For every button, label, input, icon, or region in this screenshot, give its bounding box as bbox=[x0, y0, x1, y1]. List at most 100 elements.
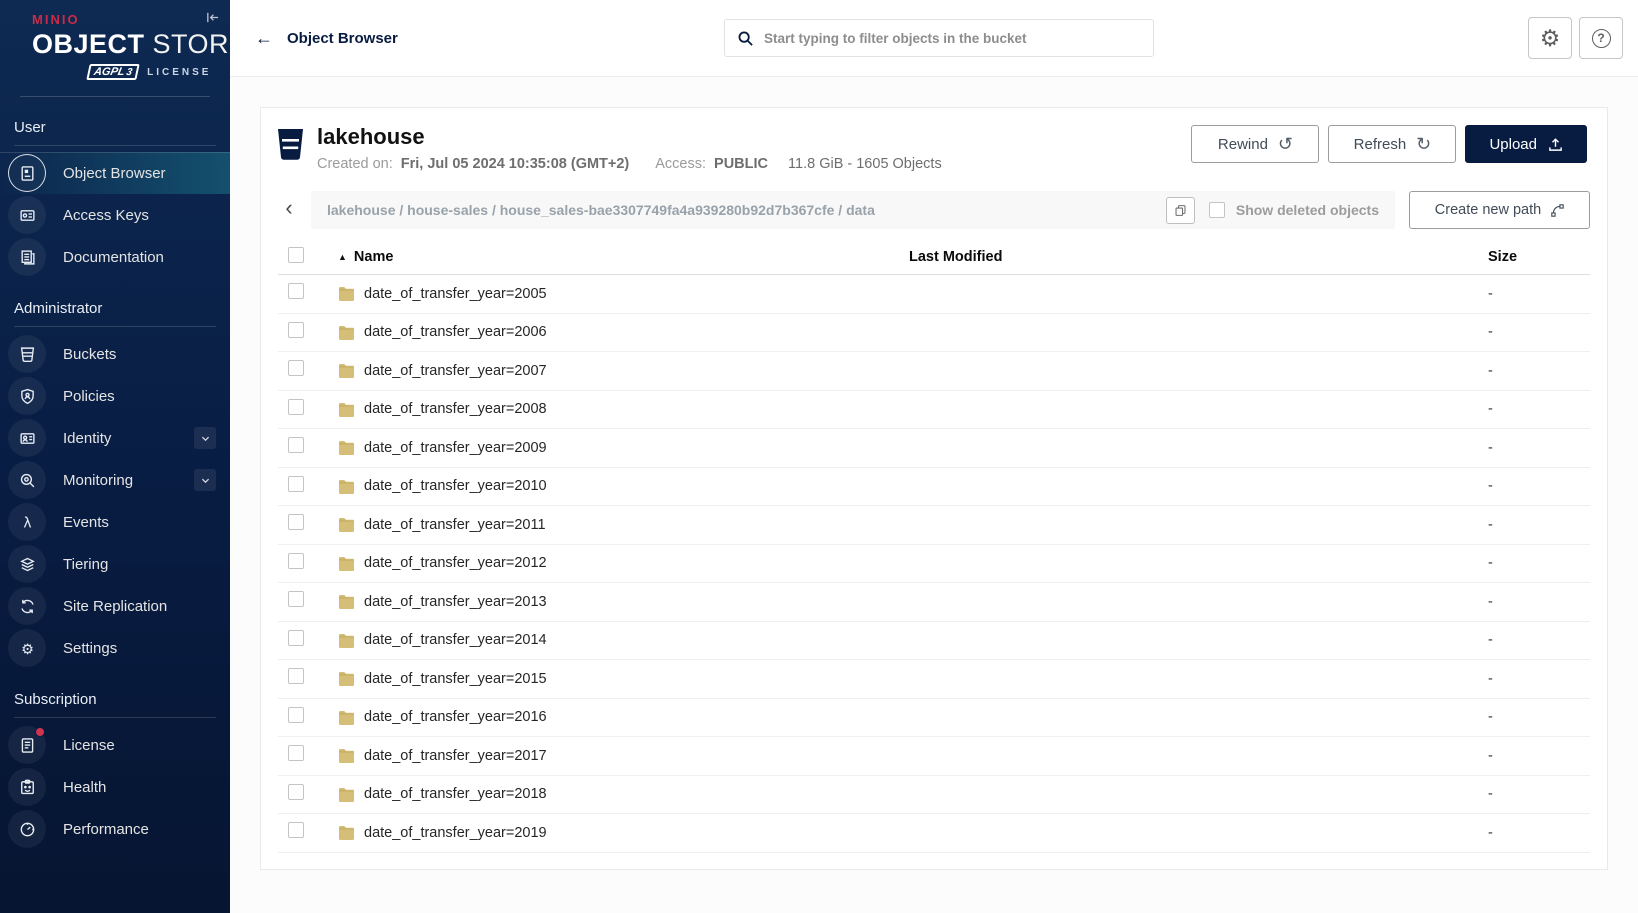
object-name[interactable]: date_of_transfer_year=2018 bbox=[364, 786, 547, 802]
column-header-size[interactable]: Size bbox=[1480, 249, 1590, 265]
table-row[interactable]: date_of_transfer_year=2005 - bbox=[278, 275, 1590, 314]
column-header-name[interactable]: ▲ Name bbox=[338, 249, 909, 265]
chevron-down-icon[interactable] bbox=[194, 469, 216, 491]
row-checkbox[interactable] bbox=[288, 745, 304, 761]
object-name[interactable]: date_of_transfer_year=2007 bbox=[364, 363, 547, 379]
create-new-path-button[interactable]: Create new path bbox=[1409, 191, 1590, 229]
table-row[interactable]: date_of_transfer_year=2018 - bbox=[278, 776, 1590, 815]
folder-icon bbox=[338, 363, 355, 378]
row-checkbox[interactable] bbox=[288, 437, 304, 453]
copy-path-button[interactable] bbox=[1166, 197, 1195, 224]
page-title: Object Browser bbox=[287, 30, 398, 47]
row-checkbox[interactable] bbox=[288, 283, 304, 299]
help-icon: ? bbox=[1592, 29, 1611, 48]
object-name[interactable]: date_of_transfer_year=2015 bbox=[364, 671, 547, 687]
sidebar-item-policies[interactable]: Policies bbox=[0, 375, 230, 417]
chevron-down-icon[interactable] bbox=[194, 427, 216, 449]
select-all-checkbox[interactable] bbox=[288, 247, 304, 263]
upload-button[interactable]: Upload bbox=[1465, 125, 1587, 163]
object-size: - bbox=[1480, 825, 1590, 841]
row-checkbox[interactable] bbox=[288, 553, 304, 569]
sidebar-collapse-icon[interactable] bbox=[203, 8, 222, 27]
object-name[interactable]: date_of_transfer_year=2008 bbox=[364, 401, 547, 417]
table-row[interactable]: date_of_transfer_year=2019 - bbox=[278, 814, 1590, 853]
logo-divider bbox=[20, 96, 210, 97]
bucket-name: lakehouse bbox=[317, 125, 942, 149]
object-name[interactable]: date_of_transfer_year=2006 bbox=[364, 324, 547, 340]
sidebar-item-monitoring[interactable]: Monitoring bbox=[0, 459, 230, 501]
row-checkbox[interactable] bbox=[288, 360, 304, 376]
row-checkbox[interactable] bbox=[288, 591, 304, 607]
sidebar: MINIO OBJECT STORE AGPL3 LICENSE User Ob… bbox=[0, 0, 230, 913]
table-row[interactable]: date_of_transfer_year=2006 - bbox=[278, 314, 1590, 353]
object-name[interactable]: date_of_transfer_year=2019 bbox=[364, 825, 547, 841]
column-header-last-modified[interactable]: Last Modified bbox=[909, 249, 1480, 265]
back-arrow-icon[interactable]: ← bbox=[255, 29, 273, 47]
access-value[interactable]: PUBLIC bbox=[714, 156, 768, 172]
sidebar-item-site-replication[interactable]: Site Replication bbox=[0, 585, 230, 627]
row-checkbox[interactable] bbox=[288, 514, 304, 530]
show-deleted-checkbox[interactable] bbox=[1209, 202, 1225, 218]
sidebar-item-documentation[interactable]: Documentation bbox=[0, 236, 230, 278]
minio-logo: MINIO OBJECT STORE AGPL3 LICENSE bbox=[0, 0, 230, 80]
row-checkbox[interactable] bbox=[288, 784, 304, 800]
search-input[interactable] bbox=[764, 31, 1141, 46]
table-row[interactable]: date_of_transfer_year=2007 - bbox=[278, 352, 1590, 391]
table-row[interactable]: date_of_transfer_year=2010 - bbox=[278, 468, 1590, 507]
table-row[interactable]: date_of_transfer_year=2008 - bbox=[278, 391, 1590, 430]
product-title: OBJECT STORE bbox=[32, 29, 230, 60]
sidebar-item-object-browser[interactable]: Object Browser bbox=[0, 152, 230, 194]
object-name[interactable]: date_of_transfer_year=2005 bbox=[364, 286, 547, 302]
object-name[interactable]: date_of_transfer_year=2011 bbox=[364, 517, 546, 533]
settings-button[interactable]: ⚙ bbox=[1528, 17, 1572, 59]
table-row[interactable]: date_of_transfer_year=2011 - bbox=[278, 506, 1590, 545]
health-icon bbox=[19, 779, 36, 796]
sidebar-item-buckets[interactable]: Buckets bbox=[0, 333, 230, 375]
sidebar-divider bbox=[14, 717, 216, 718]
table-row[interactable]: date_of_transfer_year=2009 - bbox=[278, 429, 1590, 468]
show-deleted-label[interactable]: Show deleted objects bbox=[1236, 202, 1379, 218]
sidebar-item-access-keys[interactable]: Access Keys bbox=[0, 194, 230, 236]
license-badge: AGPL3 LICENSE bbox=[88, 64, 230, 80]
sidebar-item-events[interactable]: λ Events bbox=[0, 501, 230, 543]
row-checkbox[interactable] bbox=[288, 822, 304, 838]
sidebar-item-tiering[interactable]: Tiering bbox=[0, 543, 230, 585]
row-checkbox[interactable] bbox=[288, 668, 304, 684]
table-row[interactable]: date_of_transfer_year=2016 - bbox=[278, 699, 1590, 738]
rewind-button[interactable]: Rewind ↺ bbox=[1191, 125, 1319, 163]
row-checkbox[interactable] bbox=[288, 322, 304, 338]
row-checkbox[interactable] bbox=[288, 630, 304, 646]
object-size: - bbox=[1480, 709, 1590, 725]
table-row[interactable]: date_of_transfer_year=2012 - bbox=[278, 545, 1590, 584]
rewind-icon: ↺ bbox=[1278, 135, 1293, 153]
object-name[interactable]: date_of_transfer_year=2010 bbox=[364, 478, 547, 494]
access-keys-icon bbox=[19, 207, 36, 224]
table-row[interactable]: date_of_transfer_year=2015 - bbox=[278, 660, 1590, 699]
buckets-icon bbox=[19, 346, 36, 363]
svg-text:λ: λ bbox=[23, 515, 31, 531]
table-row[interactable]: date_of_transfer_year=2013 - bbox=[278, 583, 1590, 622]
object-name[interactable]: date_of_transfer_year=2009 bbox=[364, 440, 547, 456]
row-checkbox[interactable] bbox=[288, 399, 304, 415]
object-size: - bbox=[1480, 324, 1590, 340]
table-row[interactable]: date_of_transfer_year=2017 - bbox=[278, 737, 1590, 776]
row-checkbox[interactable] bbox=[288, 476, 304, 492]
row-checkbox[interactable] bbox=[288, 707, 304, 723]
back-chevron-icon[interactable]: ‹ bbox=[273, 192, 305, 228]
sidebar-item-identity[interactable]: Identity bbox=[0, 417, 230, 459]
sidebar-item-performance[interactable]: Performance bbox=[0, 808, 230, 850]
sidebar-item-health[interactable]: Health bbox=[0, 766, 230, 808]
sidebar-item-settings[interactable]: ⚙ Settings bbox=[0, 627, 230, 669]
table-row[interactable]: date_of_transfer_year=2014 - bbox=[278, 622, 1590, 661]
help-button[interactable]: ? bbox=[1579, 17, 1623, 59]
object-name[interactable]: date_of_transfer_year=2013 bbox=[364, 594, 547, 610]
object-name[interactable]: date_of_transfer_year=2016 bbox=[364, 709, 547, 725]
sidebar-section-label: Subscription bbox=[0, 683, 230, 717]
sidebar-item-license[interactable]: License bbox=[0, 724, 230, 766]
refresh-button[interactable]: Refresh ↻ bbox=[1328, 125, 1456, 163]
breadcrumb[interactable]: lakehouse / house-sales / house_sales-ba… bbox=[327, 202, 875, 218]
object-name[interactable]: date_of_transfer_year=2014 bbox=[364, 632, 547, 648]
object-name[interactable]: date_of_transfer_year=2017 bbox=[364, 748, 547, 764]
object-name[interactable]: date_of_transfer_year=2012 bbox=[364, 555, 547, 571]
bucket-browser-card: lakehouse Created on: Fri, Jul 05 2024 1… bbox=[260, 107, 1608, 870]
